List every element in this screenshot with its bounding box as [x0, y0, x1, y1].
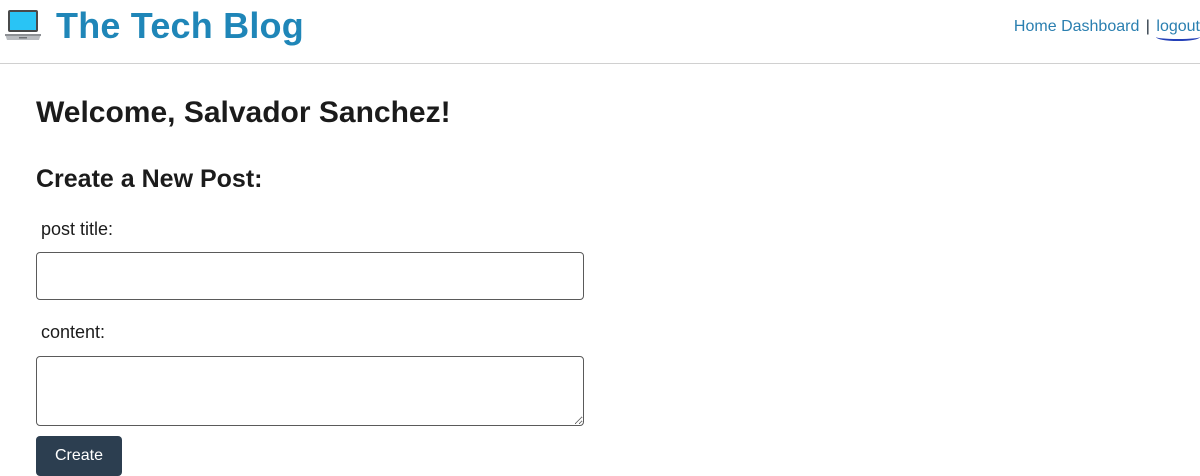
- post-title-input[interactable]: [36, 252, 584, 300]
- nav-home-link[interactable]: Home: [1014, 18, 1057, 35]
- nav-dashboard-link[interactable]: Dashboard: [1061, 18, 1139, 35]
- laptop-icon: [4, 7, 42, 45]
- content-label: content:: [41, 322, 106, 342]
- post-title-label: post title:: [41, 219, 114, 239]
- site-header: The Tech Blog Home Dashboard | logout: [0, 0, 1200, 64]
- welcome-heading: Welcome, Salvador Sanchez!: [36, 96, 451, 129]
- top-nav: Home Dashboard | logout: [1014, 17, 1200, 41]
- brand[interactable]: The Tech Blog: [4, 4, 304, 48]
- nav-logout-link[interactable]: logout: [1156, 17, 1200, 41]
- site-title[interactable]: The Tech Blog: [56, 4, 304, 48]
- create-post-heading: Create a New Post:: [36, 165, 263, 193]
- nav-separator: |: [1145, 18, 1150, 35]
- create-button[interactable]: Create: [36, 436, 122, 476]
- content-textarea[interactable]: [36, 356, 584, 426]
